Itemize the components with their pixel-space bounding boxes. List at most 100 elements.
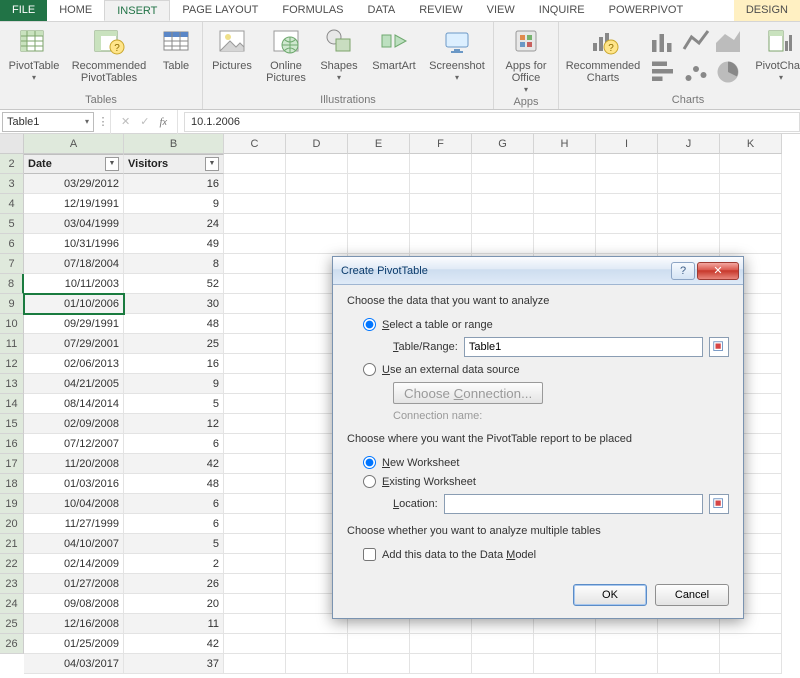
radio-new-worksheet[interactable] — [363, 456, 376, 469]
cell-visitors[interactable]: 9 — [124, 194, 224, 214]
cell-visitors[interactable]: 5 — [124, 534, 224, 554]
cell-date[interactable]: 02/06/2013 — [24, 354, 124, 374]
cell-date[interactable]: 12/16/2008 — [24, 614, 124, 634]
row-header-3[interactable]: 3 — [0, 174, 24, 194]
dialog-close-button[interactable]: ✕ — [697, 262, 739, 280]
cell[interactable] — [720, 214, 782, 234]
screenshot-button[interactable]: Screenshot — [427, 25, 487, 84]
row-header-17[interactable]: 17 — [0, 454, 24, 474]
cancel-formula-button[interactable]: ✕ — [121, 115, 130, 128]
cell[interactable] — [224, 214, 286, 234]
row-header-22[interactable]: 22 — [0, 554, 24, 574]
cell-visitors[interactable]: 8 — [124, 254, 224, 274]
range-picker-1[interactable] — [709, 337, 729, 357]
cell-visitors[interactable]: 49 — [124, 234, 224, 254]
chart-scatter-button[interactable] — [681, 57, 711, 87]
row-header-6[interactable]: 6 — [0, 234, 24, 254]
cell-visitors[interactable]: 12 — [124, 414, 224, 434]
cell[interactable] — [410, 154, 472, 174]
cell[interactable] — [472, 654, 534, 674]
opt-new-worksheet[interactable]: New Worksheet — [347, 453, 729, 472]
cell[interactable] — [596, 234, 658, 254]
column-header-E[interactable]: E — [348, 134, 410, 154]
cell[interactable] — [534, 654, 596, 674]
cell[interactable] — [224, 434, 286, 454]
insert-function-button[interactable]: fx — [159, 116, 167, 128]
input-table-range[interactable] — [464, 337, 703, 357]
cell-date[interactable]: 02/09/2008 — [24, 414, 124, 434]
cell-visitors[interactable]: 30 — [124, 294, 224, 314]
cell-visitors[interactable]: 2 — [124, 554, 224, 574]
chk-data-model-row[interactable]: Add this data to the Data Model — [347, 545, 729, 564]
cell-date[interactable]: 09/29/1991 — [24, 314, 124, 334]
cell[interactable] — [286, 234, 348, 254]
cell-visitors[interactable]: 25 — [124, 334, 224, 354]
cell-date[interactable]: 04/10/2007 — [24, 534, 124, 554]
cell[interactable] — [596, 174, 658, 194]
cell[interactable] — [348, 214, 410, 234]
row-header-10[interactable]: 10 — [0, 314, 24, 334]
row-header-18[interactable]: 18 — [0, 474, 24, 494]
dialog-titlebar[interactable]: Create PivotTable ? ✕ — [333, 257, 743, 285]
cell[interactable] — [534, 634, 596, 654]
column-header-H[interactable]: H — [534, 134, 596, 154]
cell[interactable] — [224, 274, 286, 294]
cell[interactable] — [224, 574, 286, 594]
cell[interactable] — [410, 214, 472, 234]
cell-date[interactable]: 07/12/2007 — [24, 434, 124, 454]
cell[interactable] — [534, 194, 596, 214]
cell-visitors[interactable]: 5 — [124, 394, 224, 414]
cell[interactable] — [224, 634, 286, 654]
cell[interactable] — [224, 374, 286, 394]
cell[interactable] — [286, 634, 348, 654]
table-button[interactable]: Table — [156, 25, 196, 84]
cell-date[interactable]: 12/19/1991 — [24, 194, 124, 214]
cell[interactable] — [472, 634, 534, 654]
row-header-19[interactable]: 19 — [0, 494, 24, 514]
cell[interactable] — [224, 194, 286, 214]
cell[interactable] — [224, 234, 286, 254]
cell-date[interactable]: 11/27/1999 — [24, 514, 124, 534]
input-location[interactable] — [444, 494, 703, 514]
cell[interactable] — [410, 654, 472, 674]
cell[interactable] — [410, 194, 472, 214]
cell[interactable] — [720, 654, 782, 674]
tab-design[interactable]: DESIGN — [734, 0, 800, 21]
column-header-I[interactable]: I — [596, 134, 658, 154]
cell-date[interactable]: 03/04/1999 — [24, 214, 124, 234]
cell[interactable] — [534, 214, 596, 234]
row-header-12[interactable]: 12 — [0, 354, 24, 374]
cell[interactable] — [348, 634, 410, 654]
ok-button[interactable]: OK — [573, 584, 647, 606]
tab-powerpivot[interactable]: POWERPIVOT — [597, 0, 696, 21]
row-header-26[interactable]: 26 — [0, 634, 24, 654]
cell-date[interactable]: 10/04/2008 — [24, 494, 124, 514]
cell[interactable] — [534, 174, 596, 194]
cell-visitors[interactable]: 6 — [124, 434, 224, 454]
row-header-8[interactable]: 8 — [0, 274, 24, 294]
opt-select-range[interactable]: Select a table or range — [347, 315, 729, 334]
cell[interactable] — [224, 654, 286, 674]
row-header-21[interactable]: 21 — [0, 534, 24, 554]
cell[interactable] — [472, 154, 534, 174]
tab-inquire[interactable]: INQUIRE — [527, 0, 597, 21]
cell-visitors[interactable]: 6 — [124, 514, 224, 534]
tab-home[interactable]: HOME — [47, 0, 104, 21]
cell-date[interactable]: 07/29/2001 — [24, 334, 124, 354]
cell[interactable] — [286, 194, 348, 214]
cell[interactable] — [410, 174, 472, 194]
cell-date[interactable]: 02/14/2009 — [24, 554, 124, 574]
chart-other-button[interactable] — [713, 57, 743, 87]
cell[interactable] — [472, 214, 534, 234]
cell[interactable] — [472, 194, 534, 214]
cell[interactable] — [224, 514, 286, 534]
cell[interactable] — [720, 234, 782, 254]
shapes-button[interactable]: Shapes — [317, 25, 361, 84]
cell-visitors[interactable]: 24 — [124, 214, 224, 234]
cell[interactable] — [224, 474, 286, 494]
cell[interactable] — [720, 634, 782, 654]
cell[interactable] — [472, 174, 534, 194]
tab-view[interactable]: VIEW — [475, 0, 527, 21]
chart-line-button[interactable] — [681, 25, 711, 55]
cell-date[interactable]: 10/31/1996 — [24, 234, 124, 254]
